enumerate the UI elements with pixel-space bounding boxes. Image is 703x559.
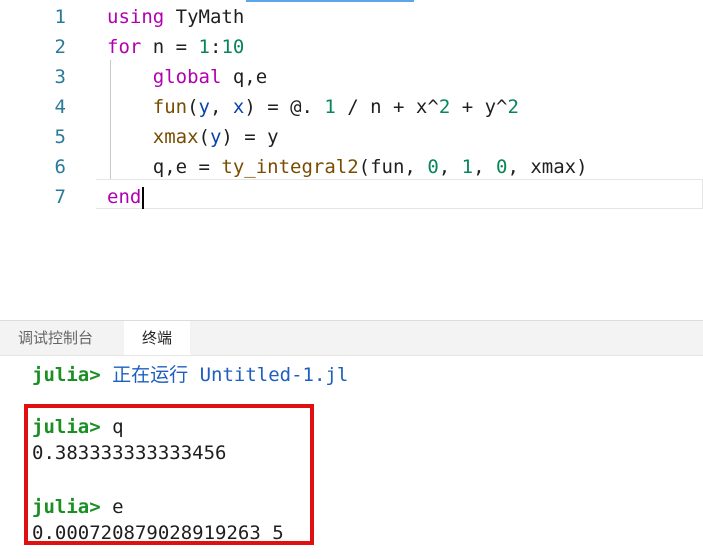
code-text[interactable]: end bbox=[107, 182, 145, 212]
code-token: , xmax) bbox=[507, 156, 588, 178]
code-token: 2 bbox=[507, 96, 519, 118]
code-line[interactable]: 4 fun(y, x) = @. 1 / n + x^2 + y^2 bbox=[0, 92, 703, 122]
code-token: , bbox=[438, 156, 462, 178]
code-text[interactable]: xmax(y) = y bbox=[107, 122, 279, 152]
text-cursor bbox=[142, 186, 145, 209]
code-token: end bbox=[107, 186, 142, 208]
code-token: / n + x^ bbox=[335, 96, 439, 118]
code-text[interactable]: fun(y, x) = @. 1 / n + x^2 + y^2 bbox=[107, 92, 519, 122]
code-token: n = bbox=[141, 36, 199, 58]
code-line[interactable]: 6 q,e = ty_integral2(fun, 0, 1, 0, xmax) bbox=[0, 152, 703, 182]
code-token: using bbox=[107, 6, 165, 28]
code-line[interactable]: 1 using TyMath bbox=[0, 2, 703, 32]
code-token: , bbox=[473, 156, 496, 178]
code-token: 2 bbox=[438, 96, 451, 118]
code-token: ) = @. bbox=[244, 96, 325, 118]
tab-terminal[interactable]: 终端 bbox=[124, 321, 191, 355]
terminal-prompt: julia> bbox=[32, 364, 101, 386]
code-token: + y^ bbox=[450, 96, 508, 118]
code-token: ( bbox=[198, 126, 210, 148]
code-text[interactable]: using TyMath bbox=[107, 2, 244, 32]
code-text[interactable]: q,e = ty_integral2(fun, 0, 1, 0, xmax) bbox=[107, 152, 588, 182]
running-label: 正在运行 bbox=[112, 364, 189, 386]
code-token: ( bbox=[187, 96, 199, 118]
code-token: ) = y bbox=[221, 126, 279, 148]
code-token: q,e = bbox=[107, 156, 222, 178]
line-number: 6 bbox=[54, 156, 66, 178]
tab-debug-console[interactable]: 调试控制台 bbox=[0, 321, 111, 355]
annotation-highlight-box bbox=[24, 404, 314, 545]
code-token: , bbox=[209, 96, 233, 118]
code-token: y bbox=[209, 126, 222, 148]
code-text[interactable]: for n = 1:10 bbox=[107, 32, 244, 62]
terminal-run-line: julia> 正在运行 Untitled-1.jl bbox=[32, 362, 348, 388]
code-line[interactable]: 5 xmax(y) = y bbox=[0, 122, 703, 152]
code-token: ty_integral2 bbox=[221, 156, 359, 178]
code-token: fun bbox=[107, 96, 188, 118]
code-token: : bbox=[209, 36, 222, 58]
code-text[interactable]: global q,e bbox=[107, 62, 267, 92]
code-token: 1 bbox=[198, 36, 210, 58]
code-line[interactable]: 3 global q,e bbox=[0, 62, 703, 92]
code-token: TyMath bbox=[164, 6, 245, 28]
code-line[interactable]: 7 end bbox=[0, 182, 703, 212]
code-token: q,e bbox=[221, 66, 268, 88]
code-token: y bbox=[198, 96, 210, 118]
line-number: 1 bbox=[54, 6, 66, 28]
code-token: for bbox=[107, 36, 142, 58]
code-editor[interactable]: 1 using TyMath 2 for n = 1:10 3 global q,e 4 … bbox=[0, 0, 703, 320]
line-number: 7 bbox=[54, 186, 66, 208]
code-token: global bbox=[107, 66, 222, 88]
line-number: 4 bbox=[54, 96, 66, 118]
code-token: 0 bbox=[427, 156, 439, 178]
line-number: 2 bbox=[54, 36, 66, 58]
code-token: 1 bbox=[461, 156, 474, 178]
code-token: 1 bbox=[324, 96, 336, 118]
code-token: 10 bbox=[221, 36, 245, 58]
code-token: 0 bbox=[496, 156, 508, 178]
line-number: 3 bbox=[54, 66, 66, 88]
code-token: (fun, bbox=[358, 156, 428, 178]
code-token: xmax bbox=[107, 126, 199, 148]
line-number: 5 bbox=[54, 126, 66, 148]
panel-tabs: 调试控制台 终端 bbox=[0, 321, 703, 356]
running-file: Untitled-1.jl bbox=[199, 364, 349, 386]
code-token: x bbox=[232, 96, 245, 118]
code-line[interactable]: 2 for n = 1:10 bbox=[0, 32, 703, 62]
